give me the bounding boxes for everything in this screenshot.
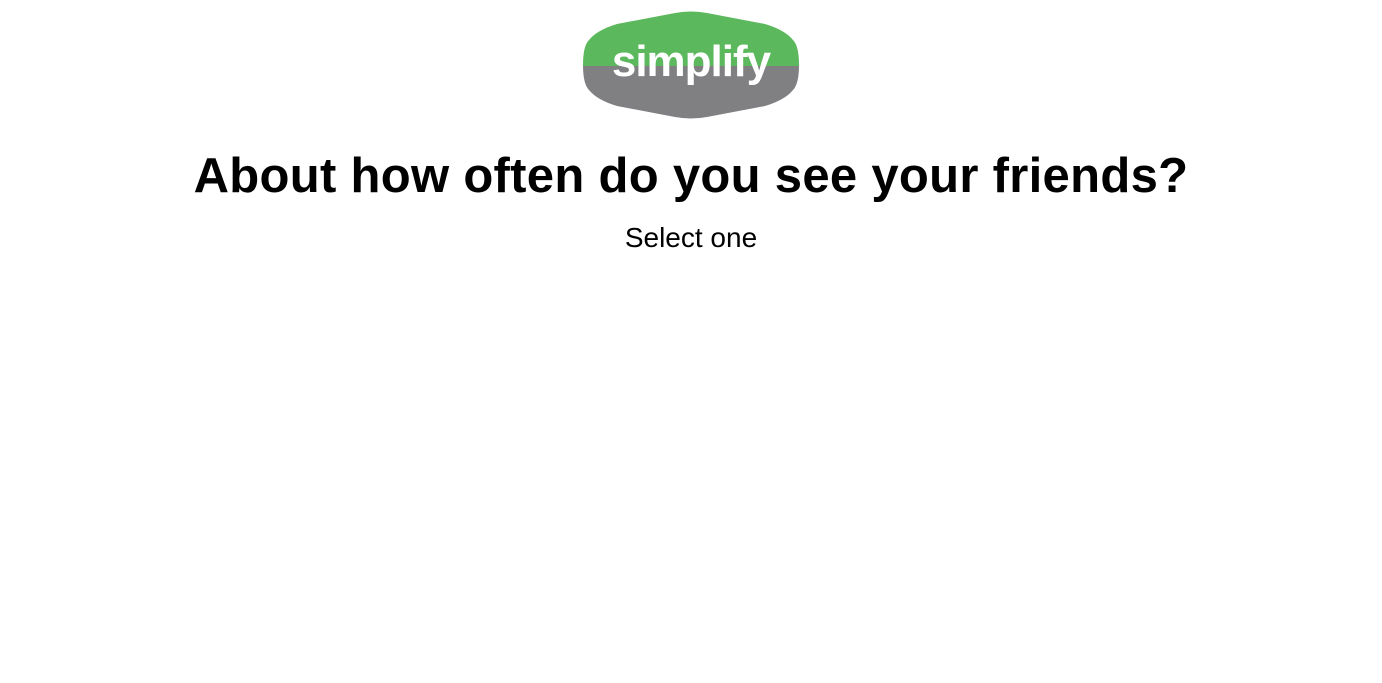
answer-options-area xyxy=(0,270,1382,670)
question-title: About how often do you see your friends? xyxy=(193,149,1189,203)
select-instruction: Select one xyxy=(624,222,758,253)
logo-wordmark: simplify xyxy=(612,37,772,86)
survey-page: simplify About how often do you see your… xyxy=(0,0,1382,683)
simplify-logo: simplify xyxy=(583,11,799,119)
